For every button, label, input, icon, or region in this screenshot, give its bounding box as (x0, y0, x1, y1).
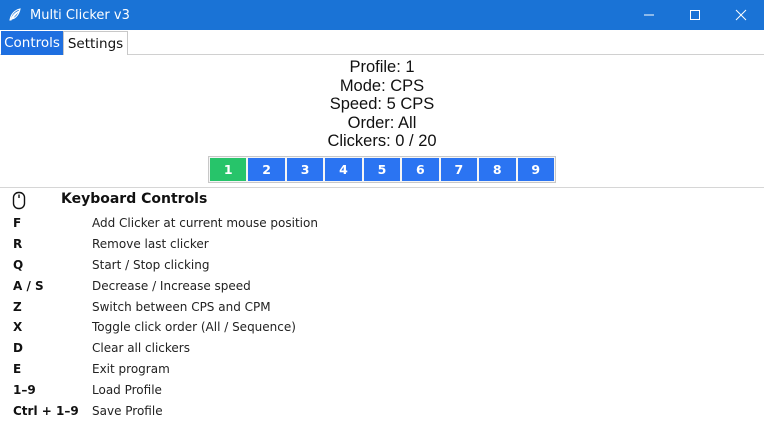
section-divider (0, 187, 764, 188)
profile-button-8[interactable]: 8 (479, 158, 516, 181)
close-icon (735, 9, 747, 21)
window-title: Multi Clicker v3 (30, 7, 130, 23)
shortcut-key: E (13, 362, 22, 377)
shortcut-key: Ctrl + 1–9 (13, 404, 79, 419)
shortcut-description: Remove last clicker (92, 236, 209, 251)
shortcut-key: A / S (13, 278, 44, 293)
minimize-button[interactable] (626, 0, 672, 30)
keyboard-shortcut-list: F Add Clicker at current mouse position … (0, 214, 764, 423)
shortcut-description: Save Profile (92, 404, 163, 419)
shortcut-key: R (13, 236, 23, 251)
shortcut-description: Clear all clickers (92, 341, 190, 356)
clickers-status: Clickers: 0 / 20 (327, 132, 437, 150)
profile-button-4[interactable]: 4 (325, 158, 362, 181)
keyboard-controls-title: Keyboard Controls (61, 191, 208, 207)
profile-button-9[interactable]: 9 (517, 158, 554, 181)
keyboard-controls-header: Keyboard Controls (0, 190, 764, 212)
shortcut-row: D Clear all clickers (0, 339, 764, 360)
feather-icon (0, 0, 30, 30)
speed-status: Speed: 5 CPS (329, 95, 435, 113)
shortcut-row: F Add Clicker at current mouse position (0, 214, 764, 235)
maximize-icon (690, 10, 700, 20)
shortcut-row: E Exit program (0, 360, 764, 381)
shortcut-row: R Remove last clicker (0, 235, 764, 256)
minimize-icon (644, 14, 654, 16)
shortcut-description: Start / Stop clicking (92, 257, 210, 272)
profile-selector: 1 2 3 4 5 6 7 8 9 (208, 156, 556, 183)
shortcut-row: A / S Decrease / Increase speed (0, 277, 764, 298)
profile-button-7[interactable]: 7 (440, 158, 478, 181)
shortcut-description: Switch between CPS and CPM (92, 299, 271, 314)
profile-button-5[interactable]: 5 (363, 158, 401, 181)
shortcut-key: X (13, 320, 23, 335)
shortcut-row: Q Start / Stop clicking (0, 256, 764, 277)
profile-status: Profile: 1 (349, 58, 415, 76)
shortcut-row: Ctrl + 1–9 Save Profile (0, 402, 764, 423)
shortcut-description: Decrease / Increase speed (92, 278, 251, 293)
shortcut-row: Z Switch between CPS and CPM (0, 298, 764, 319)
maximize-button[interactable] (672, 0, 718, 30)
profile-button-3[interactable]: 3 (286, 158, 324, 181)
status-panel: Profile: 1 Mode: CPS Speed: 5 CPS Order:… (0, 58, 764, 151)
shortcut-key: D (13, 341, 23, 356)
mouse-icon (12, 191, 26, 210)
shortcut-description: Add Clicker at current mouse position (92, 216, 318, 230)
shortcut-key: F (13, 216, 22, 230)
shortcut-description: Toggle click order (All / Sequence) (92, 320, 296, 335)
tab-controls[interactable]: Controls (1, 31, 63, 55)
close-button[interactable] (718, 0, 764, 30)
shortcut-row: X Toggle click order (All / Sequence) (0, 318, 764, 339)
title-bar: Multi Clicker v3 (0, 0, 764, 30)
tab-bar: Controls Settings (0, 30, 764, 55)
window-controls (626, 0, 764, 30)
shortcut-key: 1–9 (13, 383, 36, 398)
mode-status: Mode: CPS (339, 76, 425, 95)
shortcut-description: Load Profile (92, 383, 162, 398)
order-status: Order: All (347, 113, 417, 132)
shortcut-key: Z (13, 299, 22, 314)
profile-button-1[interactable]: 1 (210, 158, 247, 181)
shortcut-description: Exit program (92, 362, 170, 377)
shortcut-row: 1–9 Load Profile (0, 381, 764, 402)
profile-button-2[interactable]: 2 (248, 158, 285, 181)
profile-button-6[interactable]: 6 (402, 158, 439, 181)
shortcut-key: Q (13, 257, 24, 272)
tab-settings[interactable]: Settings (63, 31, 128, 55)
